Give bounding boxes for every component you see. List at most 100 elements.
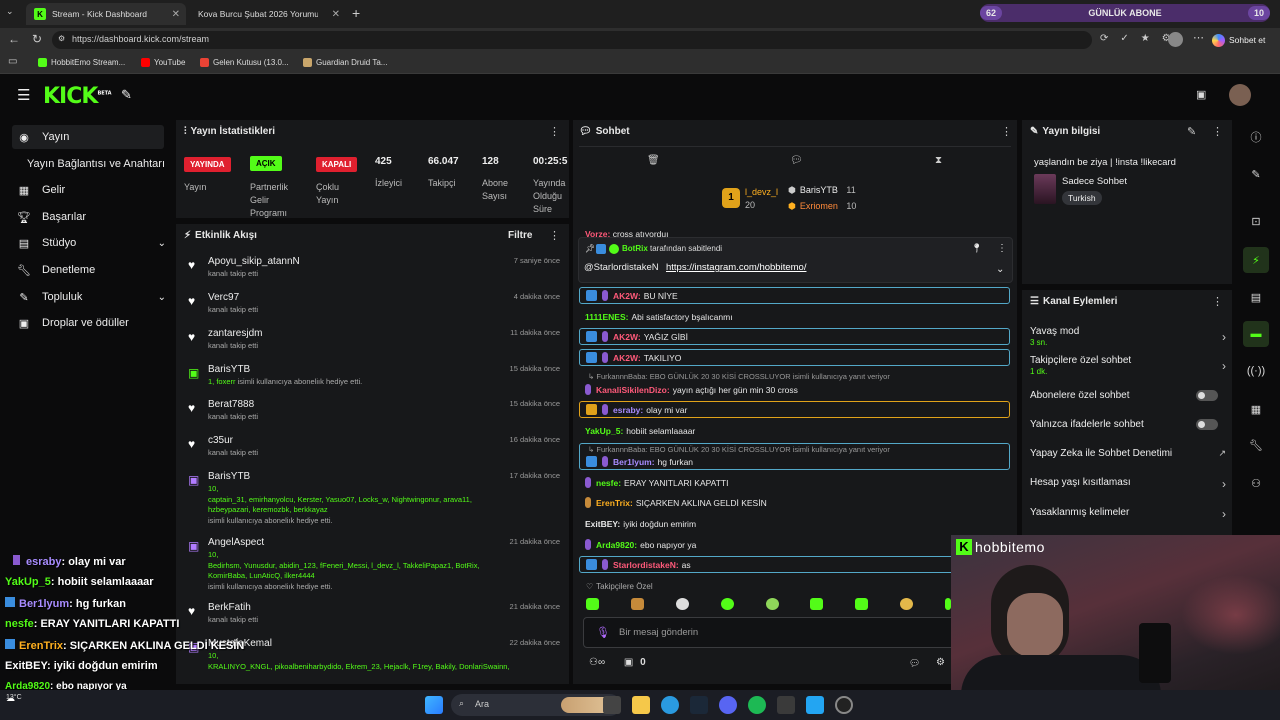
pencil-icon[interactable]: ✎: [1243, 161, 1269, 187]
chat-message[interactable]: YakUp_5: hobiit selamlaaaar: [579, 422, 1010, 439]
channel-action-row[interactable]: Yalnızca ifadelerle sohbet: [1030, 419, 1226, 430]
category-name[interactable]: Sadece Sohbet: [1062, 176, 1127, 187]
reading-list-icon[interactable]: ▭: [8, 56, 17, 67]
close-icon[interactable]: ✕: [332, 9, 340, 20]
gifter-name[interactable]: BarisYTB: [800, 185, 838, 195]
chat-message[interactable]: ErenTrix: SIÇARKEN AKLINA GELDİ KESİN: [579, 494, 1010, 511]
start-icon[interactable]: [425, 696, 443, 714]
stats-menu-icon[interactable]: ⋮: [549, 125, 560, 138]
sidebar-item-stream-key[interactable]: Yayın Bağlantısı ve Anahtarı: [12, 152, 172, 176]
trash-icon[interactable]: 🗑︎: [647, 155, 660, 166]
emote-icon[interactable]: [720, 598, 734, 610]
chat-username[interactable]: nesfe:: [596, 478, 621, 488]
emote-icon[interactable]: [810, 598, 824, 610]
spotify-icon[interactable]: [748, 696, 766, 714]
info-menu-icon[interactable]: ⋮: [1212, 125, 1223, 138]
lightning-icon[interactable]: ⚡︎: [1243, 247, 1269, 273]
chat-message[interactable]: esraby: olay mi var: [579, 401, 1010, 418]
scan-icon[interactable]: ⊡: [1243, 208, 1269, 234]
pinned-link[interactable]: https://instagram.com/hobbitemo/: [666, 262, 806, 273]
chat-username[interactable]: Ber1lyum:: [613, 457, 655, 467]
hourglass-icon[interactable]: ⧗: [935, 155, 942, 166]
edge-icon[interactable]: [661, 696, 679, 714]
chat-username[interactable]: YakUp_5:: [585, 426, 623, 436]
event-user[interactable]: zantaresjdm: [208, 328, 262, 339]
info-icon[interactable]: ⓘ: [1243, 124, 1269, 150]
emote-icon[interactable]: [900, 598, 914, 610]
chat-menu-icon[interactable]: ⋮: [1001, 125, 1012, 138]
chat-message[interactable]: Arda9820: ebo napıyor ya: [579, 536, 1010, 553]
chat-username[interactable]: esraby:: [613, 405, 643, 415]
close-icon[interactable]: ✕: [172, 9, 180, 20]
task-view-icon[interactable]: [603, 696, 621, 714]
discord-icon[interactable]: [719, 696, 737, 714]
emote-picker-icon[interactable]: ⚇∞: [589, 657, 605, 668]
copilot-button[interactable]: Sohbet et: [1212, 31, 1265, 49]
bookmark-druid[interactable]: Guardian Druid Ta...: [303, 58, 387, 67]
filter-button[interactable]: Filtre: [508, 230, 532, 241]
event-user[interactable]: Apoyu_sikip_atannN: [208, 256, 300, 267]
sidebar-item-topluluk[interactable]: ✎ Topluluk ⌄: [12, 285, 166, 309]
chevron-down-icon[interactable]: ⌄: [158, 238, 166, 249]
pin-icon[interactable]: ✎: [121, 87, 132, 103]
event-user[interactable]: BerkFatih: [208, 602, 251, 613]
chat-message[interactable]: 1111ENES: Abi satisfactory bşalıcanmı: [579, 308, 1010, 325]
toggle-switch[interactable]: [1196, 390, 1218, 401]
community-rail-icon[interactable]: ⚇: [1243, 470, 1269, 496]
emote-icon[interactable]: [630, 598, 644, 610]
channel-action-row[interactable]: Hesap yaşı kısıtlaması ›: [1030, 477, 1226, 491]
channel-action-row[interactable]: Yasaklanmış kelimeler ›: [1030, 507, 1226, 521]
event-user[interactable]: AngelAspect: [208, 537, 264, 548]
tab-list-button[interactable]: ⌄: [6, 6, 20, 20]
chat-message[interactable]: ExitBEY: iyiki doğdun emirim: [579, 515, 1010, 532]
vscode-icon[interactable]: [806, 696, 824, 714]
chat-username[interactable]: Arda9820:: [596, 540, 637, 550]
unpin-icon[interactable]: 📍︎: [971, 243, 982, 254]
event-user[interactable]: Verc97: [208, 292, 239, 303]
wrench-rail-icon[interactable]: 🔧︎: [1243, 432, 1269, 458]
reply-context[interactable]: ↳ FurkannnBaba: EBO GÜNLÜK 20 30 KİSİ CR…: [588, 372, 890, 381]
emote-icon[interactable]: [586, 598, 599, 610]
back-icon[interactable]: ←: [8, 32, 20, 46]
event-user[interactable]: BarisYTB: [208, 471, 250, 482]
popout-icon[interactable]: ▣: [1196, 88, 1206, 101]
mic-icon[interactable]: 🎙︎: [596, 626, 610, 639]
broadcast-rail-icon[interactable]: ((·)): [1243, 358, 1269, 384]
chat-username[interactable]: AK2W:: [613, 332, 641, 342]
sidebar-item-yayin[interactable]: ◉ Yayın: [12, 125, 164, 149]
chat-message[interactable]: nesfe: ERAY YANITLARI KAPATTI: [579, 474, 1010, 491]
bookmark-hobbitemo[interactable]: HobbitEmo Stream...: [38, 58, 125, 67]
channel-action-row[interactable]: Abonelere özel sohbet: [1030, 390, 1226, 401]
chat-bubble-icon[interactable]: 💬︎: [790, 155, 803, 166]
chat-username[interactable]: 1111ENES:: [585, 312, 628, 322]
chat-input[interactable]: 🎙︎ Bir mesaj gönderin: [583, 617, 963, 648]
chat-username[interactable]: AK2W:: [613, 353, 641, 363]
tab-kick-dashboard[interactable]: K Stream - Kick Dashboard ✕: [26, 3, 186, 25]
chat-users-icon[interactable]: 💬︎: [909, 658, 920, 669]
pinned-by[interactable]: BotRix: [622, 244, 648, 253]
kick-logo[interactable]: KICKBETA: [43, 84, 112, 109]
sidebar-item-denetleme[interactable]: 🔧︎ Denetleme: [12, 258, 164, 282]
chat-settings-icon[interactable]: ⚙: [936, 657, 945, 668]
chat-message[interactable]: AK2W: BU NİYE: [579, 287, 1010, 304]
chat-username[interactable]: ErenTrix:: [596, 498, 633, 508]
feed-menu-icon[interactable]: ⋮: [549, 229, 560, 242]
site-info-icon[interactable]: ⚙: [58, 34, 65, 43]
chat-username[interactable]: KanaliSikilenDizo:: [596, 385, 670, 395]
layout-icon[interactable]: ▦: [1243, 396, 1269, 422]
chat-message[interactable]: AK2W: YAĞIZ GİBİ: [579, 328, 1010, 345]
tab-horoscope[interactable]: Kova Burcu Şubat 2026 Yorumu - G ✕: [190, 3, 346, 25]
emote-icon[interactable]: [765, 598, 779, 610]
chat-rail-icon[interactable]: ▬: [1243, 321, 1269, 347]
emote-icon[interactable]: [855, 598, 869, 610]
menu-icon[interactable]: ☰: [17, 86, 30, 104]
url-input[interactable]: ⚙ https://dashboard.kick.com/stream: [52, 31, 1092, 49]
chevron-down-icon[interactable]: ⌄: [996, 264, 1004, 275]
user-avatar[interactable]: [1229, 84, 1251, 106]
actions-menu-icon[interactable]: ⋮: [1212, 295, 1223, 308]
chat-message[interactable]: KanaliSikilenDizo: yayın açtığı her gün m…: [579, 381, 1010, 398]
edit-pencil-icon[interactable]: ✎: [1187, 125, 1196, 138]
channel-action-row[interactable]: Yavaş mod 3 sn. ›: [1030, 326, 1226, 347]
event-user[interactable]: c35ur: [208, 435, 233, 446]
taskbar-search[interactable]: ⌕ Ara: [451, 694, 621, 716]
